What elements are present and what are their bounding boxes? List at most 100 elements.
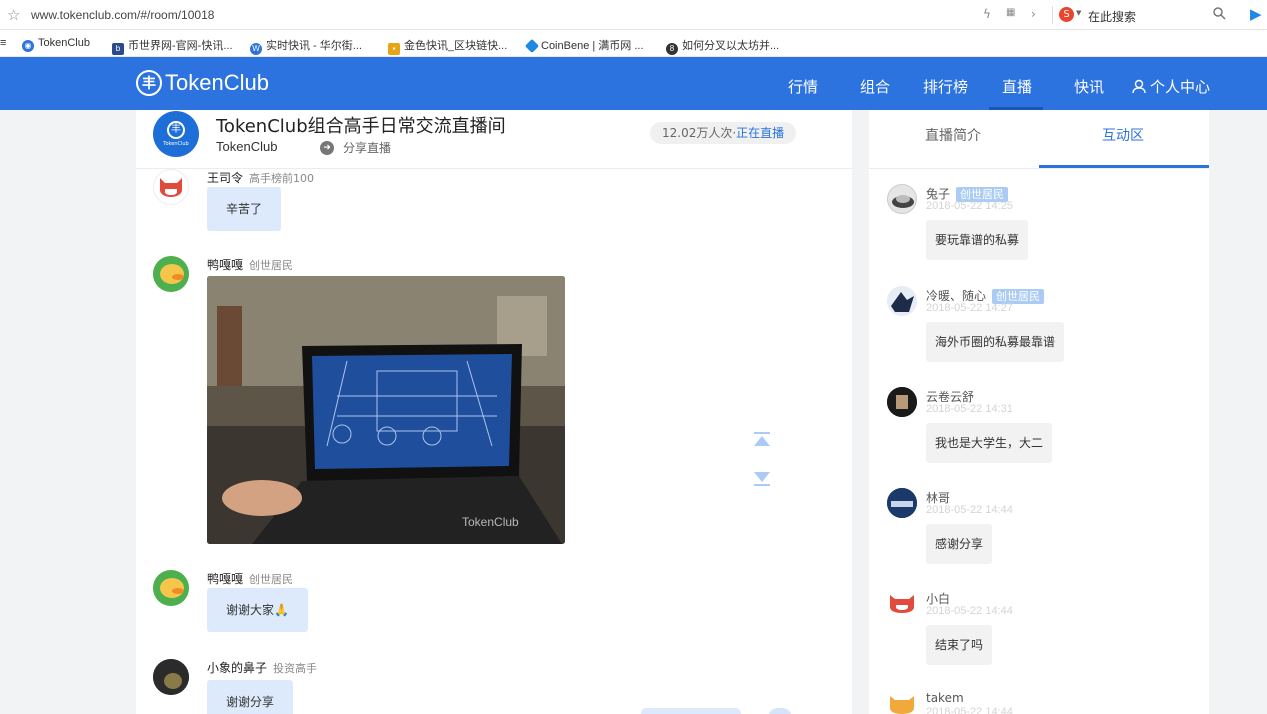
author-name[interactable]: 鸭嘎嘎	[207, 572, 243, 586]
scroll-top-icon[interactable]	[752, 432, 772, 448]
nav-portfolio[interactable]: 组合	[860, 76, 890, 97]
coinbene-icon	[524, 38, 540, 54]
car-avatar-icon	[892, 195, 914, 208]
avatar[interactable]	[153, 659, 189, 695]
wallstreetcn-icon: W	[250, 43, 262, 55]
anime-avatar-icon	[887, 286, 917, 316]
comment-bubble: 要玩靠谱的私募	[926, 220, 1029, 260]
nav-user-center[interactable]: 个人中心	[1132, 76, 1210, 97]
avatar[interactable]	[887, 589, 917, 619]
photo-watermark: TokenClub	[462, 515, 519, 529]
browser-search-input[interactable]: 在此搜索	[1088, 8, 1136, 25]
avatar[interactable]	[153, 169, 189, 205]
chevron-right-icon[interactable]: ›	[1031, 7, 1036, 21]
avatar[interactable]	[887, 488, 917, 518]
bookmark-label: CoinBene | 满币网 ...	[541, 40, 644, 52]
author-role: 创世居民	[249, 573, 294, 586]
comment-bubble: 感谢分享	[926, 524, 993, 564]
nav-market[interactable]: 行情	[788, 76, 818, 97]
lightning-icon[interactable]: ϟ	[983, 7, 991, 21]
bookmarks-overflow-icon[interactable]: ≡	[0, 37, 6, 49]
room-avatar-label: TokenClub	[163, 141, 189, 147]
tokenclub-logo-icon: 丰	[167, 121, 185, 139]
search-engine-icon[interactable]: S	[1059, 7, 1074, 22]
room-owner[interactable]: TokenClub	[216, 139, 277, 154]
message-photo[interactable]: TokenClub	[207, 276, 565, 544]
scroll-bottom-icon[interactable]	[752, 470, 772, 486]
comment-time: 2018-05-22 14:27	[926, 302, 1013, 314]
bookmark-item[interactable]: CoinBene | 满币网 ...	[524, 37, 644, 54]
viewer-count: 12.02万人次·	[662, 126, 737, 140]
avatar[interactable]	[887, 184, 917, 214]
live-status: 正在直播	[736, 126, 785, 140]
live-room-panel: 丰 TokenClub TokenClub组合高手日常交流直播间 TokenCl…	[136, 110, 852, 714]
tab-interaction[interactable]: 互动区	[1102, 125, 1144, 145]
bookmark-label: 实时快讯 - 华尔街...	[266, 40, 362, 52]
logo-text: TokenClub	[165, 70, 269, 95]
avatar[interactable]	[887, 690, 917, 714]
input-hint[interactable]	[641, 708, 741, 714]
bookmark-item[interactable]: b 币世界网-官网-快讯...	[112, 37, 233, 55]
avatar[interactable]	[887, 286, 917, 316]
bookmark-label: 金色快讯_区块链快...	[404, 40, 508, 52]
cat-avatar-icon	[890, 595, 914, 613]
avatar[interactable]	[887, 387, 917, 417]
bookmark-item[interactable]: ◉ TokenClub	[22, 37, 90, 52]
avatar[interactable]	[153, 570, 189, 606]
author-name[interactable]: 鸭嘎嘎	[207, 258, 243, 272]
viewer-count-badge: 12.02万人次·正在直播	[650, 122, 797, 144]
avatar[interactable]	[153, 256, 189, 292]
tokenclub-logo-icon: 丰	[136, 70, 162, 96]
author-role: 投资高手	[273, 662, 318, 675]
comment-bubble: 我也是大学生，大二	[926, 423, 1053, 463]
jinse-icon: ▪	[388, 43, 400, 55]
comment-time: 2018-05-22 14:44	[926, 605, 1013, 617]
chevron-down-icon[interactable]: ▼	[1076, 9, 1081, 17]
bing-icon[interactable]: ▶	[1250, 5, 1262, 23]
author-name[interactable]: 小象的鼻子	[207, 661, 267, 675]
bookmark-item[interactable]: ▪ 金色快讯_区块链快...	[388, 37, 507, 55]
qr-icon[interactable]: ▦	[1006, 7, 1015, 18]
author-name[interactable]: 云卷云舒	[926, 390, 974, 404]
action-button[interactable]	[768, 708, 792, 714]
nav-live[interactable]: 直播	[1002, 76, 1032, 97]
author-name[interactable]: 王司令	[207, 171, 243, 185]
bookmark-label: TokenClub	[38, 37, 90, 49]
author-name[interactable]: 小白	[926, 592, 950, 606]
room-avatar: 丰 TokenClub	[153, 111, 199, 157]
url-field[interactable]: www.tokenclub.com/#/room/10018	[31, 8, 214, 22]
bookmark-item[interactable]: 8 如何分叉以太坊并...	[666, 37, 779, 55]
bookmark-label: 如何分叉以太坊并...	[682, 40, 780, 52]
share-live-button[interactable]: ➜ 分享直播	[320, 139, 391, 156]
fox-avatar-icon	[890, 696, 914, 714]
duck-avatar-icon	[153, 256, 189, 292]
nav-news[interactable]: 快讯	[1074, 76, 1104, 97]
tab-live-intro[interactable]: 直播简介	[925, 125, 981, 145]
bookmark-star-icon[interactable]: ☆	[7, 6, 20, 24]
room-header: 丰 TokenClub TokenClub组合高手日常交流直播间 TokenCl…	[136, 110, 852, 169]
author-name[interactable]: 冷暖、随心	[926, 289, 986, 303]
comment-time: 2018-05-22 14:31	[926, 403, 1013, 415]
message-bubble: 谢谢大家🙏	[207, 588, 308, 632]
message-author: 鸭嘎嘎 创世居民	[207, 256, 293, 273]
elephant-avatar-icon	[153, 659, 189, 695]
message-author: 小象的鼻子 投资高手	[207, 659, 317, 676]
message-author: 王司令 高手榜前100	[207, 169, 314, 186]
search-icon[interactable]	[1212, 6, 1226, 20]
author-name[interactable]: 林哥	[926, 491, 950, 505]
active-tab-indicator	[1039, 165, 1209, 168]
author-name[interactable]: takem	[926, 691, 964, 705]
message-bubble: 辛苦了	[207, 187, 282, 231]
room-title: TokenClub组合高手日常交流直播间	[216, 116, 506, 137]
bookmark-item[interactable]: W 实时快讯 - 华尔街...	[250, 37, 362, 55]
message-bubble: 谢谢分享	[207, 680, 294, 714]
tokenclub-icon: ◉	[22, 40, 34, 52]
tokenclub-logo[interactable]: 丰 TokenClub	[136, 70, 269, 96]
comment-bubble: 海外币圈的私募最靠谱	[926, 322, 1065, 362]
author-name[interactable]: 兔子	[926, 187, 950, 201]
comment-time: 2018-05-22 14:44	[926, 504, 1013, 516]
comment-time: 2018-05-22 14:44	[926, 706, 1013, 714]
nav-ranking[interactable]: 排行榜	[923, 76, 968, 97]
comment-author: takem	[926, 691, 964, 705]
share-label: 分享直播	[343, 141, 392, 155]
